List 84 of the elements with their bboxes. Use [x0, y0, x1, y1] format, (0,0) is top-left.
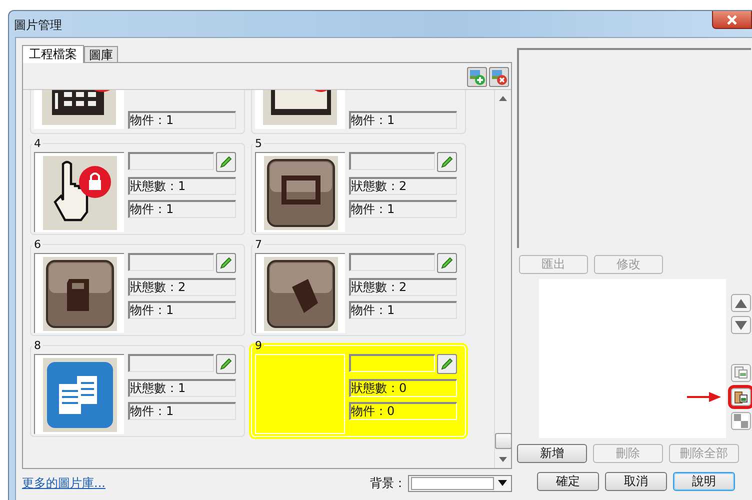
picture-number: 7	[254, 238, 263, 251]
object-count-field: 物件：1	[128, 301, 236, 319]
pencil-icon	[219, 155, 233, 169]
edit-button[interactable]	[216, 152, 236, 172]
edit-button[interactable]	[437, 253, 457, 273]
object-count-field: 物件：1	[128, 200, 236, 218]
state-count-field: 狀態數：2	[128, 278, 236, 296]
background-label: 背景：	[370, 474, 406, 492]
object-count-field: 物件：1	[128, 111, 236, 129]
tag-icon	[264, 256, 338, 330]
annotation-arrow	[687, 392, 721, 402]
object-count-field: 物件：1	[128, 402, 236, 420]
edit-button[interactable]	[437, 152, 457, 172]
pencil-icon	[440, 357, 454, 371]
picture-number: 4	[33, 137, 42, 150]
frame-icon	[264, 156, 338, 230]
add-picture-button[interactable]	[467, 67, 487, 87]
state-count-field: 狀態數：2	[349, 278, 457, 296]
picture-card[interactable]: 5 狀態數：2 物件：1	[251, 137, 466, 235]
checker-icon	[734, 414, 748, 428]
name-field[interactable]	[349, 152, 435, 170]
more-galleries-link[interactable]: 更多的圖片庫...	[22, 474, 106, 492]
copy-button[interactable]	[731, 364, 751, 382]
edit-button[interactable]	[216, 253, 236, 273]
picture-number: 9	[254, 339, 263, 352]
object-count-field: 物件：1	[349, 111, 457, 129]
close-icon	[726, 14, 738, 24]
close-button[interactable]	[712, 11, 752, 29]
move-down-button[interactable]	[731, 316, 751, 334]
picture-card[interactable]: 物件：1	[251, 90, 466, 134]
delete-picture-button[interactable]	[489, 67, 509, 87]
pencil-icon	[440, 155, 454, 169]
sd-card-icon	[42, 256, 116, 330]
help-button[interactable]: 說明	[673, 472, 735, 491]
pencil-icon	[219, 357, 233, 371]
delete-picture-icon	[491, 69, 507, 85]
tab[interactable]: 工程檔案	[22, 45, 84, 63]
window-title: 圖片管理	[14, 17, 62, 34]
state-count-field: 狀態數：1	[128, 177, 236, 195]
cancel-button[interactable]: 取消	[605, 472, 667, 491]
transparent-button[interactable]	[731, 412, 751, 430]
state-count-field: 狀態數：0	[349, 379, 457, 397]
hand-lock-icon	[42, 156, 116, 230]
move-up-button[interactable]	[731, 294, 751, 312]
ok-button[interactable]: 確定	[537, 472, 599, 491]
dropdown-caret-icon	[498, 480, 507, 486]
picture-card[interactable]: 物件：1	[30, 90, 245, 134]
state-count-field: 狀態數：1	[128, 379, 236, 397]
object-count-field: 物件：1	[349, 200, 457, 218]
edit-button[interactable]	[437, 354, 457, 374]
pencil-icon	[219, 256, 233, 270]
name-field[interactable]	[128, 354, 214, 372]
scroll-up-icon	[499, 96, 507, 101]
pencil-icon	[440, 256, 454, 270]
scroll-down-icon	[499, 457, 507, 462]
add-picture-icon	[469, 69, 485, 85]
object-count-field: 物件：1	[349, 301, 457, 319]
picture-card[interactable]: 8 狀態數：1 物件：1	[30, 339, 245, 437]
scroll-thumb[interactable]	[494, 433, 511, 449]
picture-number: 8	[33, 339, 42, 352]
state-count-field: 狀態數：2	[349, 177, 457, 195]
tab[interactable]: 圖庫	[84, 46, 118, 62]
paste-picture-icon	[734, 390, 748, 404]
background-dropdown[interactable]	[408, 474, 512, 492]
add-button[interactable]: 新增	[517, 444, 587, 463]
name-field[interactable]	[128, 253, 214, 271]
copy-picture-icon	[734, 366, 748, 380]
tablet-icon	[263, 90, 337, 125]
picture-card[interactable]: 7 狀態數：2 物件：1	[251, 238, 466, 336]
picture-number: 5	[254, 137, 263, 150]
picture-card[interactable]: 6 狀態數：2 物件：1	[30, 238, 245, 336]
picture-card[interactable]: 4 狀態數：1 物件：1	[30, 137, 245, 235]
name-field[interactable]	[349, 354, 435, 372]
scrollbar[interactable]	[494, 90, 511, 468]
up-arrow-icon	[735, 298, 747, 308]
name-field[interactable]	[128, 152, 214, 170]
object-count-field: 物件：0	[349, 402, 457, 420]
picture-card[interactable]: 9 狀態數：0 物件：0	[251, 339, 466, 437]
edit-button[interactable]	[216, 354, 236, 374]
name-field[interactable]	[349, 253, 435, 271]
picture-number: 6	[33, 238, 42, 251]
paste-button[interactable]	[731, 388, 751, 406]
down-arrow-icon	[735, 320, 747, 330]
document-icon	[42, 358, 116, 432]
